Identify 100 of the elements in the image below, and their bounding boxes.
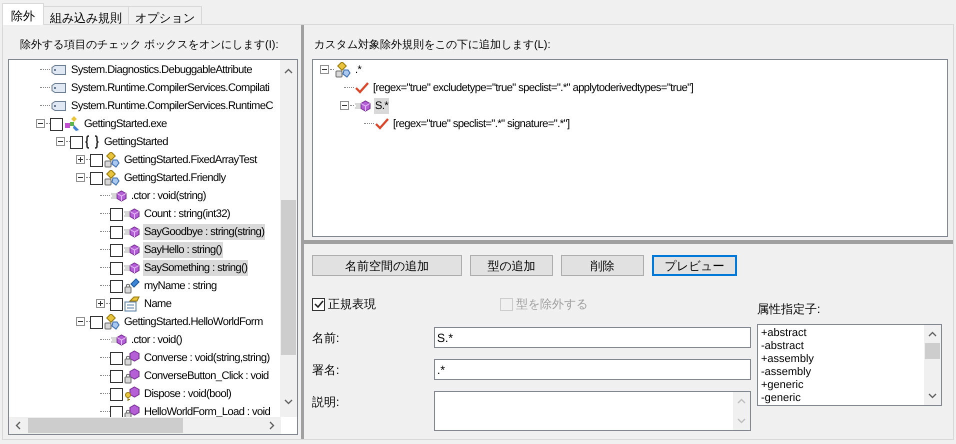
tree-label: 除外する項目のチェック ボックスをオンにします(I): (20, 38, 278, 53)
checkbox[interactable] (70, 136, 83, 148)
checkbox-label: 正規表現 (328, 296, 376, 313)
tree-item[interactable]: GettingStarted.HelloWorldForm (123, 314, 264, 330)
checkbox[interactable] (50, 118, 63, 130)
tree-item[interactable]: myName : string (143, 278, 218, 294)
checkbox[interactable] (110, 262, 123, 274)
tree-item[interactable]: GettingStarted.Friendly (123, 170, 227, 186)
key-method-icon (124, 386, 140, 402)
list-item[interactable]: -generic (761, 392, 814, 405)
method-icon (124, 207, 140, 221)
expand-icon[interactable] (76, 155, 85, 164)
scroll-up-icon[interactable] (284, 68, 293, 74)
tree-item[interactable]: Converse : void(string,string) (143, 350, 271, 366)
scroll-thumb[interactable] (281, 200, 296, 355)
class-icon (104, 170, 120, 186)
tab[interactable]: 除外 (2, 3, 44, 25)
list-item[interactable]: +generic (761, 379, 814, 392)
list-item[interactable]: -assembly (761, 366, 814, 379)
field-label: 署名: (312, 362, 340, 379)
scroll-left-icon[interactable] (15, 421, 21, 430)
collapse-icon[interactable] (36, 119, 45, 128)
checkbox[interactable] (90, 154, 103, 166)
attributes-label: 属性指定子: (757, 301, 820, 318)
button[interactable]: 削除 (561, 255, 644, 276)
tree-item[interactable]: Dispose : void(bool) (143, 386, 232, 402)
collapse-icon[interactable] (76, 173, 85, 182)
vertical-scrollbar[interactable] (280, 60, 297, 417)
expand-icon[interactable] (96, 299, 105, 308)
tree-item[interactable]: GettingStarted.exe (83, 116, 168, 132)
list-item[interactable]: +assembly (761, 353, 814, 366)
button[interactable]: プレビュー (652, 255, 737, 276)
input-field[interactable]: .* (434, 359, 751, 380)
button[interactable]: 型の追加 (470, 255, 553, 276)
tree-item[interactable]: GettingStarted (103, 134, 169, 150)
checkbox[interactable] (110, 298, 123, 310)
tree-item[interactable]: Count : string(int32) (143, 206, 232, 222)
scroll-right-icon[interactable] (269, 421, 275, 430)
description-box[interactable] (434, 391, 751, 431)
tree-item[interactable]: GettingStarted.FixedArrayTest (123, 152, 258, 168)
checkbox[interactable] (110, 226, 123, 238)
method-icon (111, 333, 127, 347)
checkbox[interactable] (110, 280, 123, 292)
input-field[interactable]: S.* (434, 327, 751, 348)
collapse-icon[interactable] (76, 317, 85, 326)
tag-icon (51, 82, 67, 94)
tree-item[interactable]: SaySomething : string() (143, 260, 248, 276)
method-icon (124, 261, 140, 275)
checkbox[interactable] (312, 298, 325, 310)
tree-item[interactable]: System.Runtime.CompilerServices.Compilati (70, 80, 270, 96)
checkbox[interactable] (110, 208, 123, 220)
locked-field-icon (124, 278, 140, 294)
scroll-down-icon[interactable] (284, 399, 293, 405)
locked-method-icon (124, 404, 140, 417)
field-label: 説明: (312, 394, 340, 411)
attributes-list[interactable]: +abstract -abstract +assembly -assembly +generic -generic (757, 324, 942, 406)
list-item[interactable]: +abstract (761, 327, 814, 340)
checkbox[interactable] (110, 406, 123, 417)
class-icon (104, 314, 120, 330)
collapse-icon[interactable] (56, 137, 65, 146)
checkbox[interactable] (90, 316, 103, 328)
tree-item[interactable]: Name (143, 296, 172, 312)
rules-tree[interactable]: .* [regex="true" excludetype="true" speclist=".*" applytoderivedtypes="true"] S.* [regex="true" speclist=".*" signature=".*"] (312, 59, 948, 237)
tree-item[interactable]: .ctor : void() (130, 332, 184, 348)
vertical-scrollbar[interactable] (924, 325, 941, 405)
tree-item[interactable]: S.* (374, 98, 390, 114)
tab[interactable]: オプション (128, 6, 202, 25)
class-icon (335, 62, 351, 78)
scroll-thumb[interactable] (925, 343, 940, 359)
checkbox[interactable] (110, 244, 123, 256)
tree-item[interactable]: System.Diagnostics.DebuggableAttribute (70, 62, 253, 78)
check-mark-icon (355, 82, 369, 94)
tag-icon (51, 100, 67, 112)
scroll-thumb[interactable] (28, 418, 183, 433)
tree-item[interactable]: SayGoodbye : string(string) (143, 224, 266, 240)
collapse-icon[interactable] (340, 101, 349, 110)
check-mark-icon (375, 118, 389, 130)
tree-item[interactable]: ConverseButton_Click : void (143, 368, 270, 384)
tree-item[interactable]: HelloWorldForm_Load : void (143, 404, 272, 417)
checkbox[interactable] (110, 352, 123, 364)
checkbox[interactable] (90, 172, 103, 184)
checkbox[interactable] (110, 370, 123, 382)
tag-icon (51, 64, 67, 76)
button[interactable]: 名前空間の追加 (312, 255, 462, 276)
tree-item[interactable]: .ctor : void(string) (130, 188, 207, 204)
tree-item[interactable]: SayHello : string() (143, 242, 223, 258)
tab[interactable]: 組み込み規則 (43, 6, 129, 25)
scroll-up-icon[interactable] (928, 331, 937, 337)
horizontal-scrollbar[interactable] (9, 417, 281, 434)
tree-item[interactable]: System.Runtime.CompilerServices.RuntimeC (70, 98, 274, 114)
tree-item[interactable]: .* (354, 62, 362, 78)
collapse-icon[interactable] (320, 65, 329, 74)
tree-view[interactable] (8, 59, 298, 435)
checkbox[interactable] (110, 388, 123, 400)
rule-text[interactable]: [regex="true" excludetype="true" speclist=".*" applytoderivedtypes="true"] (372, 80, 694, 96)
method-icon (124, 225, 140, 239)
scroll-down-icon[interactable] (928, 393, 937, 399)
rule-text[interactable]: [regex="true" speclist=".*" signature=".*"] (392, 116, 570, 132)
list-item[interactable]: -abstract (761, 340, 814, 353)
field-label: 名前: (312, 330, 340, 347)
